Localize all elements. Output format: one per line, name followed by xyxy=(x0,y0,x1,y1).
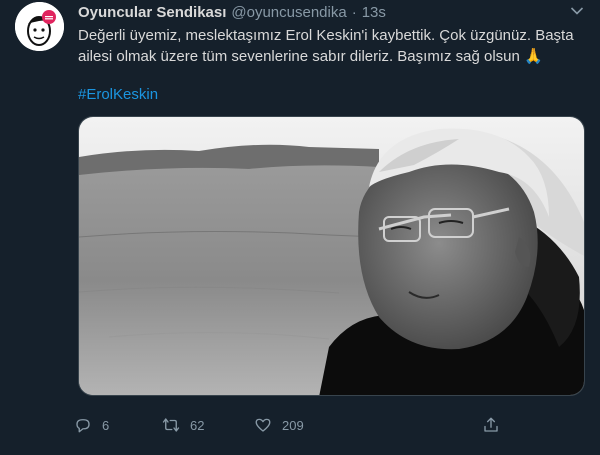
like-button[interactable]: 209 xyxy=(250,412,304,438)
share-icon xyxy=(478,412,504,438)
tweet-text: Değerli üyemiz, meslektaşımız Erol Keski… xyxy=(78,27,574,65)
portrait-photo xyxy=(79,117,584,395)
retweet-button[interactable]: 62 xyxy=(158,412,204,438)
tweet-time[interactable]: 13s xyxy=(362,4,386,21)
author-handle[interactable]: @oyuncusendika xyxy=(231,4,346,21)
tweet-photo[interactable] xyxy=(78,116,585,396)
tweet-actions: 6 62 209 xyxy=(70,412,510,438)
more-options-button[interactable] xyxy=(566,2,588,20)
retweet-count: 62 xyxy=(190,417,205,433)
separator-dot: · xyxy=(351,3,357,21)
author-name[interactable]: Oyuncular Sendikası xyxy=(78,4,226,21)
hashtag-link[interactable]: #ErolKeskin xyxy=(78,84,158,105)
union-logo-icon xyxy=(15,2,64,51)
avatar[interactable] xyxy=(15,2,64,51)
comment-icon xyxy=(70,412,96,438)
chevron-down-icon xyxy=(570,7,584,15)
tweet[interactable]: Oyuncular Sendikası @oyuncusendika · 13s… xyxy=(0,0,600,455)
heart-icon xyxy=(250,412,276,438)
reply-count: 6 xyxy=(102,417,110,433)
like-count: 209 xyxy=(282,417,304,433)
share-button[interactable] xyxy=(478,412,504,438)
retweet-icon xyxy=(158,412,184,438)
reply-button[interactable]: 6 xyxy=(70,412,109,438)
tweet-header: Oyuncular Sendikası @oyuncusendika · 13s xyxy=(78,2,386,22)
